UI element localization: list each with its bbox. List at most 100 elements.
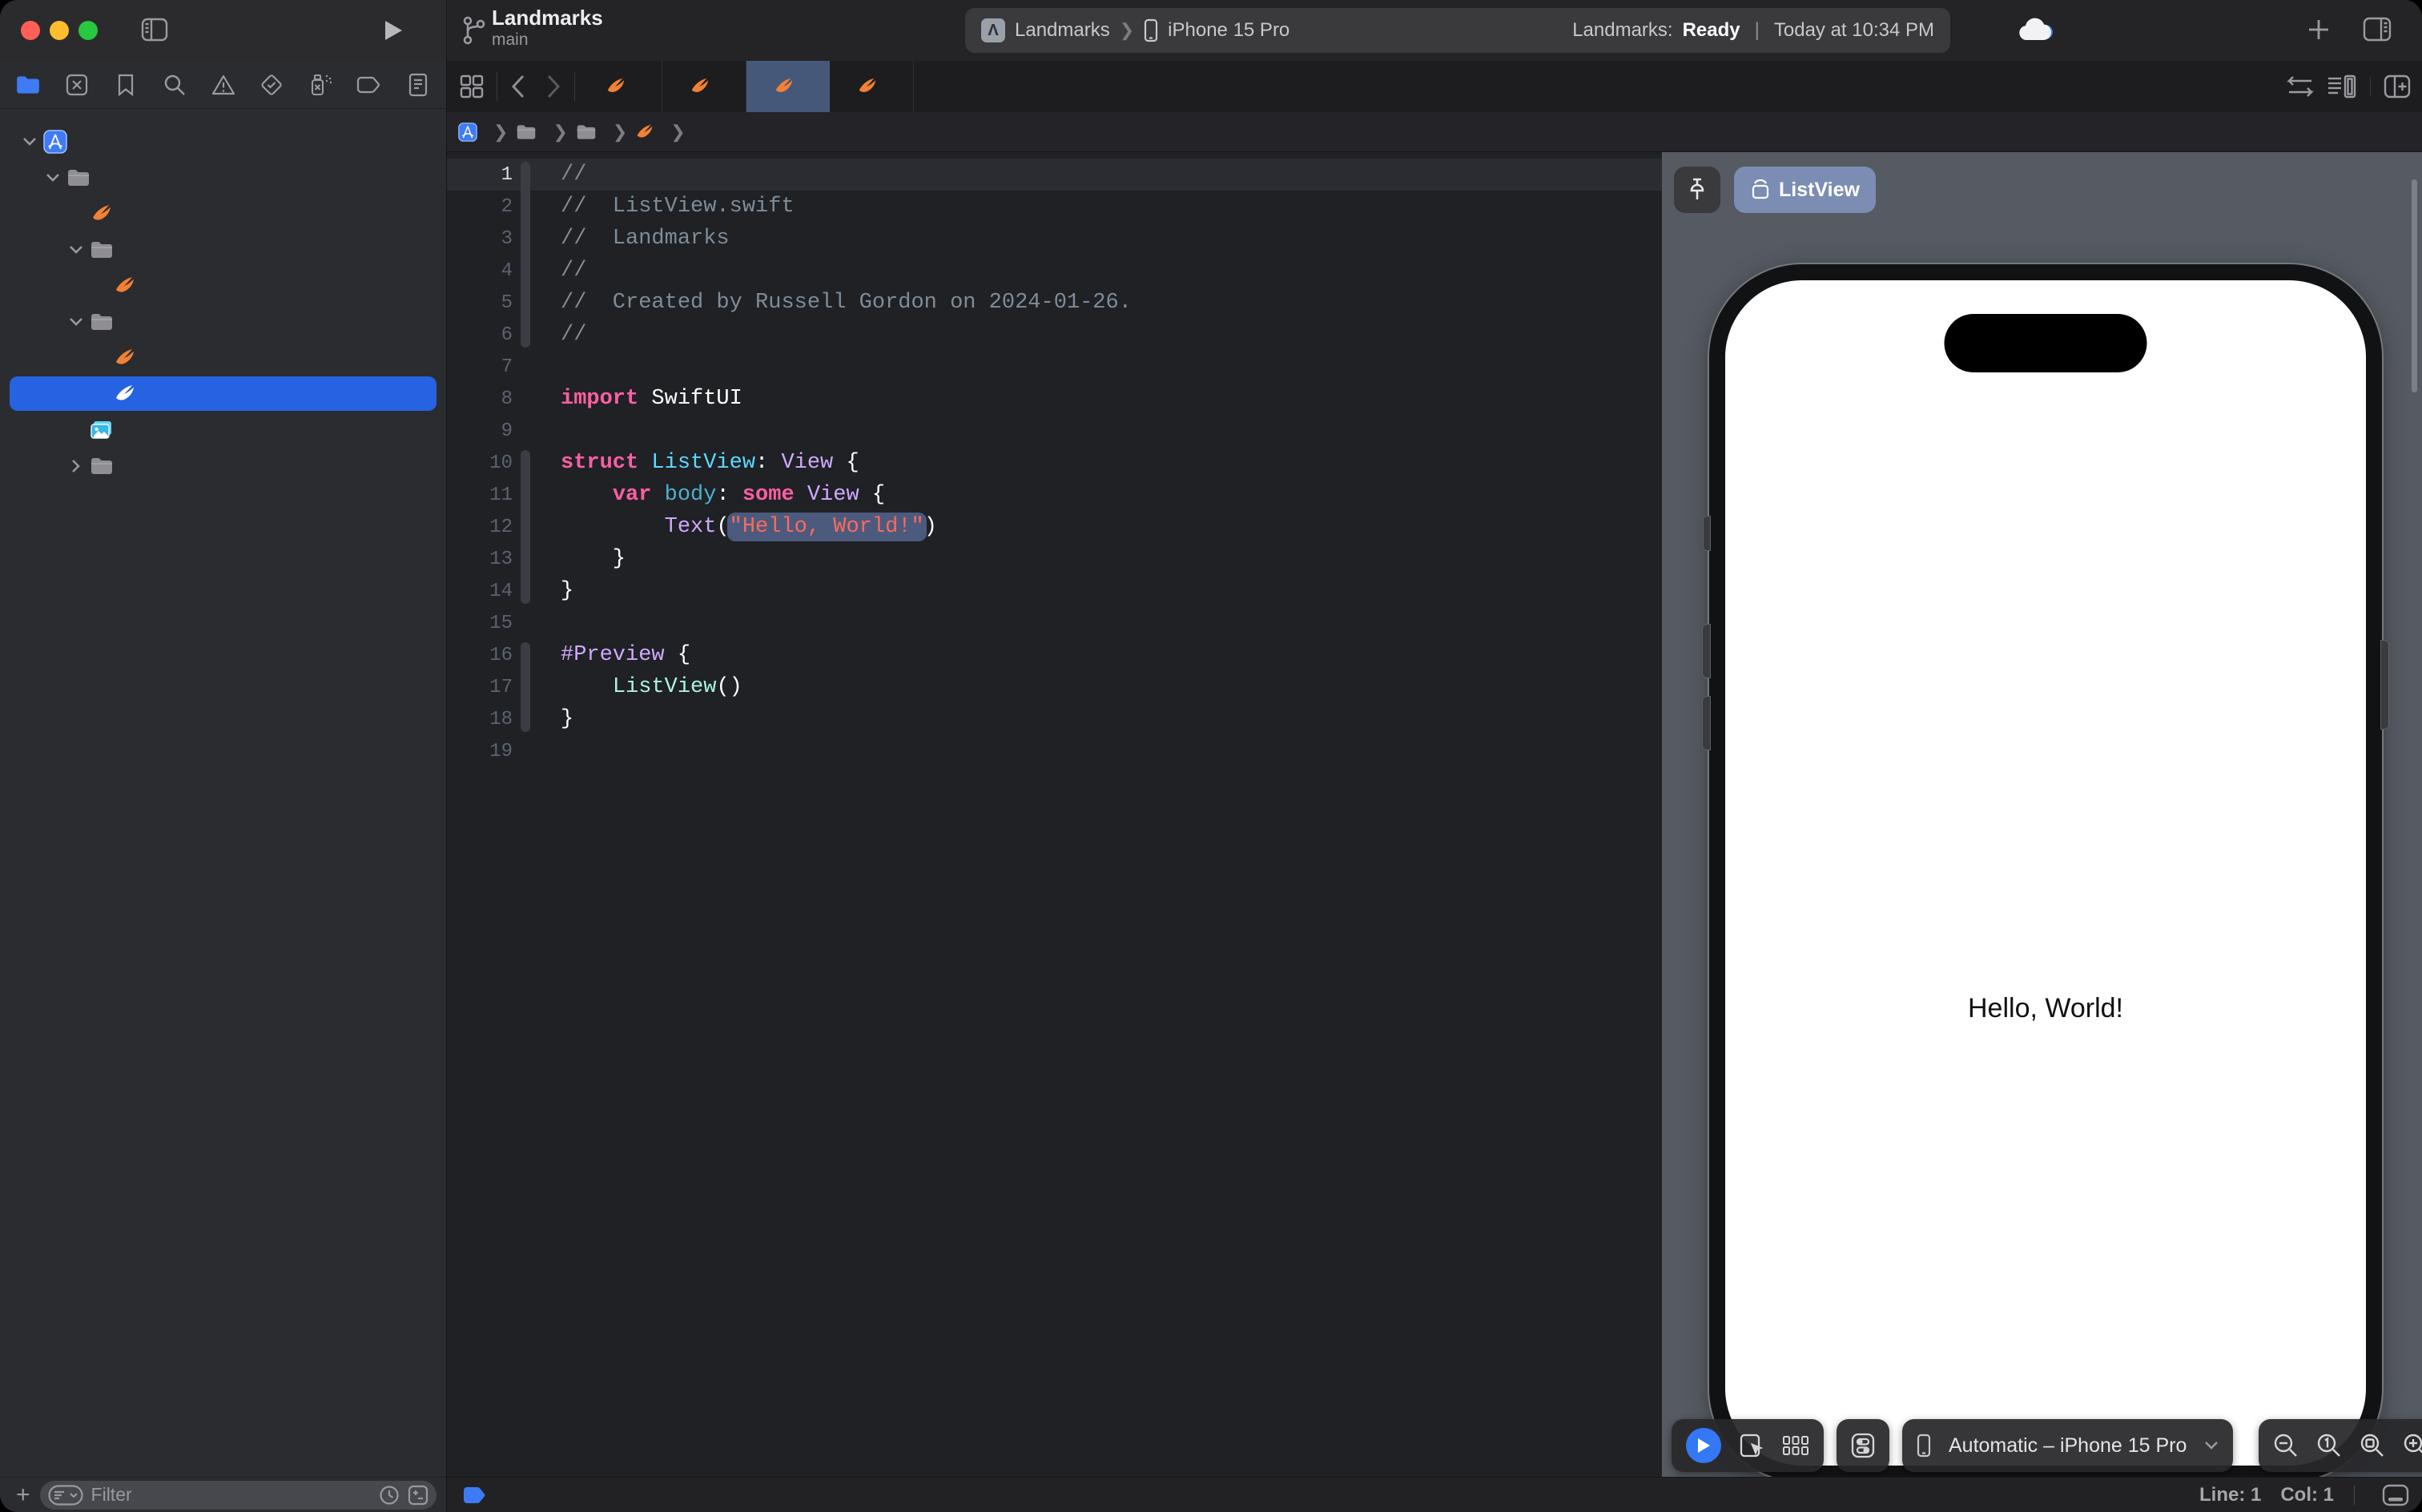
disclosure-chevron[interactable]: [64, 317, 88, 327]
bookmarks-navigator-icon[interactable]: [112, 71, 139, 99]
scheme-project-label[interactable]: Landmarks: [1015, 19, 1110, 42]
tree-item-detailview[interactable]: [0, 340, 446, 376]
code-line-17[interactable]: 17 ListView(): [447, 671, 1662, 703]
code-line-4[interactable]: 4 //: [447, 255, 1662, 287]
selectable-mode-button[interactable]: [1739, 1433, 1764, 1458]
tree-item-assets[interactable]: [0, 412, 446, 448]
line-number[interactable]: 6: [447, 324, 513, 346]
chevron-right-icon[interactable]: [71, 459, 81, 473]
find-navigator-icon[interactable]: [161, 71, 188, 99]
disclosure-chevron[interactable]: [64, 245, 88, 255]
tree-item-landmarks[interactable]: [0, 123, 446, 159]
go-back-icon[interactable]: [501, 61, 536, 112]
adjust-editor-options-icon[interactable]: [2327, 74, 2357, 99]
breadcrumb-item-landmarks[interactable]: [458, 122, 485, 142]
tree-item-views[interactable]: [0, 304, 446, 340]
device-settings-button[interactable]: [1851, 1433, 1875, 1458]
chevron-down-icon[interactable]: [22, 137, 37, 147]
code-line-19[interactable]: 19: [447, 735, 1662, 767]
tests-navigator-icon[interactable]: [258, 71, 285, 99]
preview-device-picker[interactable]: Automatic – iPhone 15 Pro: [1902, 1419, 2234, 1472]
variants-mode-button[interactable]: [1782, 1435, 1809, 1456]
code-line-8[interactable]: 8 import SwiftUI: [447, 383, 1662, 415]
line-number[interactable]: 1: [447, 164, 513, 186]
line-number[interactable]: 10: [447, 452, 513, 474]
add-editor-split-icon[interactable]: [2384, 74, 2411, 99]
recents-clock-icon[interactable]: [379, 1485, 400, 1506]
line-number[interactable]: 9: [447, 420, 513, 442]
debug-navigator-icon[interactable]: [307, 71, 334, 99]
tree-item-model[interactable]: [0, 231, 446, 267]
line-number[interactable]: 18: [447, 709, 513, 730]
fold-ribbon[interactable]: [521, 642, 530, 732]
flagged-filter-icon[interactable]: [408, 1485, 428, 1506]
code-line-7[interactable]: 7: [447, 351, 1662, 383]
inspector-toggle-icon[interactable]: [2363, 17, 2392, 42]
line-number[interactable]: 13: [447, 549, 513, 570]
tree-item-listview[interactable]: [0, 376, 446, 412]
tab-listview[interactable]: [746, 61, 830, 112]
code-line-12[interactable]: 12 Text("Hello, World!"): [447, 511, 1662, 543]
code-line-11[interactable]: 11 var body: some View {: [447, 479, 1662, 511]
tab-landmarksapp[interactable]: [578, 61, 662, 112]
code-line-3[interactable]: 3 // Landmarks: [447, 223, 1662, 255]
line-number[interactable]: 4: [447, 260, 513, 282]
line-number[interactable]: 14: [447, 581, 513, 602]
live-preview-button[interactable]: [1686, 1428, 1721, 1463]
code-line-15[interactable]: 15: [447, 607, 1662, 639]
line-number[interactable]: 7: [447, 356, 513, 378]
zoom-to-fit-icon[interactable]: [2360, 1433, 2385, 1458]
code-line-18[interactable]: 18}: [447, 703, 1662, 735]
breakpoints-indicator[interactable]: [463, 1486, 487, 1505]
tree-item-preview-content[interactable]: [0, 448, 446, 484]
line-number[interactable]: 11: [447, 485, 513, 506]
filter-field[interactable]: Filter: [39, 1480, 437, 1510]
scheme-selector[interactable]: Λ Landmarks ❯ iPhone 15 Pro: [981, 18, 1289, 42]
breakpoints-navigator-icon[interactable]: [356, 71, 383, 99]
sidebar-left-icon[interactable]: [141, 18, 168, 42]
chevron-down-icon[interactable]: [69, 317, 83, 327]
add-tab-plus-icon[interactable]: [2307, 18, 2331, 42]
line-number[interactable]: 15: [447, 613, 513, 634]
close-window-button[interactable]: [21, 21, 40, 40]
breadcrumb-item-views[interactable]: [576, 122, 605, 143]
line-number[interactable]: 16: [447, 645, 513, 666]
fold-ribbon[interactable]: [521, 162, 530, 348]
disclosure-chevron[interactable]: [41, 173, 65, 183]
project-navigator-icon[interactable]: [14, 71, 42, 99]
tree-item-landmarks[interactable]: [0, 159, 446, 195]
code-review-icon[interactable]: [2287, 75, 2314, 98]
line-number[interactable]: 5: [447, 292, 513, 314]
code-line-9[interactable]: 9: [447, 415, 1662, 447]
zoom-out-icon[interactable]: [2273, 1433, 2299, 1458]
fold-ribbon[interactable]: [521, 450, 530, 604]
chevron-down-icon[interactable]: [69, 245, 83, 255]
pin-preview-button[interactable]: [1674, 167, 1720, 213]
code-line-5[interactable]: 5 // Created by Russell Gordon on 2024-01…: [447, 287, 1662, 319]
code-line-14[interactable]: 14}: [447, 575, 1662, 607]
run-destination-label[interactable]: iPhone 15 Pro: [1168, 19, 1289, 42]
related-items-icon[interactable]: [447, 61, 493, 112]
reports-navigator-icon[interactable]: [404, 71, 432, 99]
minimize-window-button[interactable]: [50, 21, 69, 40]
code-line-2[interactable]: 2 // ListView.swift: [447, 191, 1662, 223]
breadcrumb-item-landmarks[interactable]: [516, 122, 545, 143]
zoom-in-icon[interactable]: [2403, 1433, 2422, 1458]
preview-tab-listview[interactable]: ListView: [1734, 167, 1876, 213]
code-line-1[interactable]: 1 //: [447, 159, 1662, 191]
line-number[interactable]: 2: [447, 196, 513, 218]
tree-item-landmarksapp[interactable]: [0, 195, 446, 231]
line-number[interactable]: 3: [447, 228, 513, 250]
tab-detailview[interactable]: [662, 61, 746, 112]
code-line-6[interactable]: 6 //: [447, 319, 1662, 351]
chevron-down-icon[interactable]: [46, 173, 60, 183]
zoom-actual-size-icon[interactable]: [2316, 1433, 2342, 1458]
breadcrumb-item-listview[interactable]: [635, 123, 662, 142]
zoom-window-button[interactable]: [78, 21, 98, 40]
code-line-16[interactable]: 16 #Preview {: [447, 639, 1662, 671]
issues-navigator-icon[interactable]: [210, 71, 237, 99]
code-line-10[interactable]: 10 struct ListView: View {: [447, 447, 1662, 479]
disclosure-chevron[interactable]: [18, 137, 42, 147]
source-control-navigator-icon[interactable]: [63, 71, 91, 99]
source-editor[interactable]: 1 // 2 // ListView.swift 3 // Landmarks 4 // 5 //…: [447, 152, 1662, 1477]
